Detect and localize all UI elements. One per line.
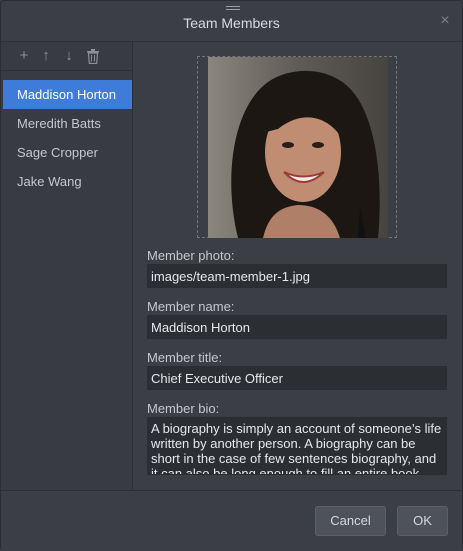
- add-icon[interactable]: +: [15, 47, 33, 65]
- photo-path-field[interactable]: [147, 264, 447, 288]
- member-title-field[interactable]: [147, 366, 447, 390]
- member-item-sage-cropper[interactable]: Sage Cropper: [3, 138, 132, 167]
- title-bar[interactable]: Team Members ×: [1, 1, 462, 42]
- member-item-jake-wang[interactable]: Jake Wang: [3, 167, 132, 196]
- cancel-button[interactable]: Cancel: [315, 506, 386, 536]
- photo-label: Member photo:: [147, 248, 235, 263]
- close-icon[interactable]: ×: [438, 13, 452, 29]
- title-label: Member title:: [147, 350, 223, 365]
- member-photo: [208, 57, 388, 238]
- move-down-icon[interactable]: ↓: [60, 47, 78, 65]
- member-bio-field[interactable]: A biography is simply an account of some…: [147, 417, 447, 475]
- member-list: Maddison Horton Meredith Batts Sage Crop…: [3, 80, 132, 196]
- member-toolbar: + ↑ ↓: [1, 42, 132, 71]
- photo-drop-zone[interactable]: [197, 56, 397, 238]
- member-details: Member photo: Member name: Member title:…: [133, 42, 462, 490]
- trash-icon[interactable]: [84, 47, 102, 65]
- move-up-icon[interactable]: ↑: [37, 47, 55, 65]
- member-sidebar: + ↑ ↓ Maddison Horton Meredith Batts Sag…: [1, 42, 133, 490]
- dialog-title: Team Members: [183, 15, 280, 31]
- member-name-field[interactable]: [147, 315, 447, 339]
- bio-label: Member bio:: [147, 401, 220, 416]
- team-members-dialog: Team Members × + ↑ ↓ Maddison Horton Mer…: [0, 0, 463, 551]
- member-item-meredith-batts[interactable]: Meredith Batts: [3, 109, 132, 138]
- ok-button[interactable]: OK: [397, 506, 448, 536]
- name-label: Member name:: [147, 299, 235, 314]
- member-item-maddison-horton[interactable]: Maddison Horton: [3, 80, 132, 109]
- drag-handle-icon[interactable]: [226, 6, 240, 11]
- dialog-footer: Cancel OK: [1, 490, 462, 551]
